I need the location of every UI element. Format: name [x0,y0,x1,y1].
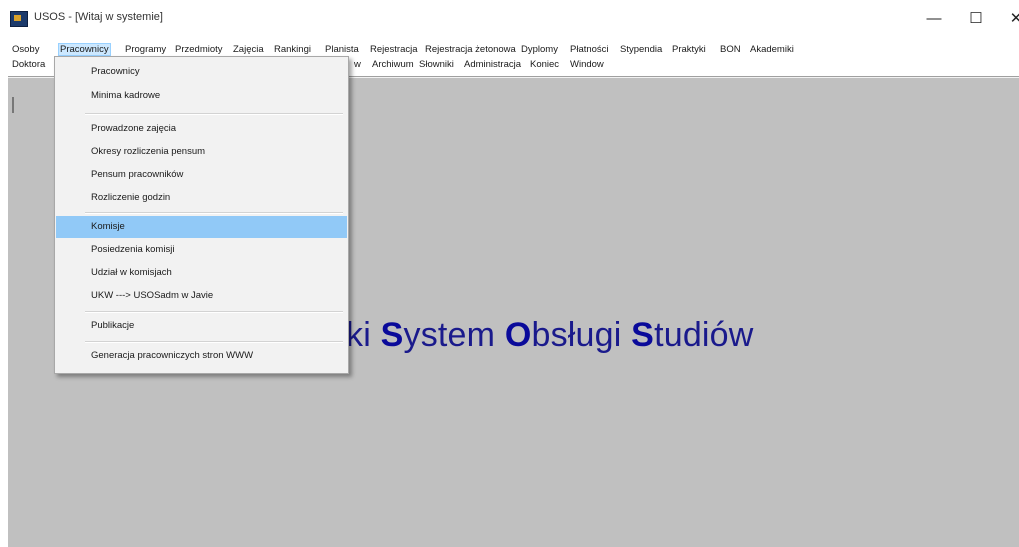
menu-separator [85,311,343,313]
menu-osoby[interactable]: Osoby [10,43,41,56]
menu-separator [85,212,343,214]
menu-archiwum[interactable]: Archiwum [370,58,416,71]
menu-item-pracownicy[interactable]: Pracownicy [56,61,347,83]
menu-stypendia[interactable]: Stypendia [618,43,664,56]
banner-part3: bsługi [531,316,632,354]
menu-item-label: Okresy rozliczenia pensum [91,146,206,157]
menu-platnosci[interactable]: Płatności [568,43,611,56]
menu-doktoranci[interactable]: Doktora [10,58,47,71]
menu-item-prowadzone-zajecia[interactable]: Prowadzone zajęcia [56,118,347,140]
menu-item-label: UKW ---> USOSadm w Javie [91,290,214,301]
menu-programy[interactable]: Programy [123,43,168,56]
menu-koniec[interactable]: Koniec [528,58,561,71]
welcome-banner: ki System Obsługi Studiów [346,316,754,355]
menu-item-label: Pracownicy [91,66,140,77]
window-title: USOS - [Witaj w systemie] [34,11,163,23]
menu-zajecia[interactable]: Zajęcia [231,43,266,56]
menu-item-label: Rozliczenie godzin [91,192,171,203]
title-bar: USOS - [Witaj w systemie] — ☐ ✕ [0,0,1019,38]
maximize-button[interactable]: ☐ [956,6,996,32]
banner-part2: ystem [403,316,505,354]
banner-letter-s1: S [380,316,404,354]
menu-separator [85,113,343,115]
menu-praktyki[interactable]: Praktyki [670,43,708,56]
menu-rankingi[interactable]: Rankingi [272,43,313,56]
menu-pracownicy[interactable]: Pracownicy [58,43,111,56]
menu-przedmioty[interactable]: Przedmioty [173,43,225,56]
menu-item-komisje[interactable]: Komisje [56,216,347,238]
menu-item-label: Generacja pracowniczych stron WWW [91,350,254,361]
menu-item-publikacje[interactable]: Publikacje [56,315,347,337]
banner-part4: tudiów [654,316,754,354]
menu-bon[interactable]: BON [718,43,743,56]
usos-app-icon[interactable] [10,11,28,27]
menu-item-label: Udział w komisjach [91,267,172,278]
menu-item-udzial-w-komisjach[interactable]: Udział w komisjach [56,262,347,284]
menu-item-rozliczenie-godzin[interactable]: Rozliczenie godzin [56,187,347,209]
menu-separator [85,341,343,343]
menu-item-label: Posiedzenia komisji [91,244,175,255]
menu-dyplomy[interactable]: Dyplomy [519,43,560,56]
minimize-button[interactable]: — [914,6,954,32]
banner-letter-s2: S [631,316,655,354]
menu-akademiki[interactable]: Akademiki [748,43,796,56]
menu-item-okresy-rozliczenia-pensum[interactable]: Okresy rozliczenia pensum [56,141,347,163]
menu-item-posiedzenia-komisji[interactable]: Posiedzenia komisji [56,239,347,261]
menu-administracja[interactable]: Administracja [462,58,523,71]
banner-part1: ki [346,316,381,354]
close-button[interactable]: ✕ [996,6,1019,32]
menu-item-ukw-usosadm-java[interactable]: UKW ---> USOSadm w Javie [56,285,347,307]
menu-item-label: Minima kadrowe [91,90,161,101]
menu-partial-w[interactable]: w [352,58,363,71]
menu-item-generacja-stron-www[interactable]: Generacja pracowniczych stron WWW [56,345,347,367]
menu-item-label: Publikacje [91,320,135,331]
menu-item-label: Prowadzone zajęcia [91,123,177,134]
menu-planista[interactable]: Planista [323,43,361,56]
menu-item-label: Komisje [91,221,125,232]
banner-letter-o: O [504,316,532,354]
menu-rejestracja-zetonowa[interactable]: Rejestracja żetonowa [423,43,518,56]
menu-rejestracja[interactable]: Rejestracja [368,43,420,56]
menu-item-minima-kadrowe[interactable]: Minima kadrowe [56,85,347,107]
pracownicy-dropdown-menu: Pracownicy Minima kadrowe Prowadzone zaj… [54,56,349,374]
text-caret [12,97,14,113]
menu-item-label: Pensum pracowników [91,169,184,180]
menu-slowniki[interactable]: Słowniki [417,58,456,71]
menu-window[interactable]: Window [568,58,606,71]
menu-item-pensum-pracownikow[interactable]: Pensum pracowników [56,164,347,186]
